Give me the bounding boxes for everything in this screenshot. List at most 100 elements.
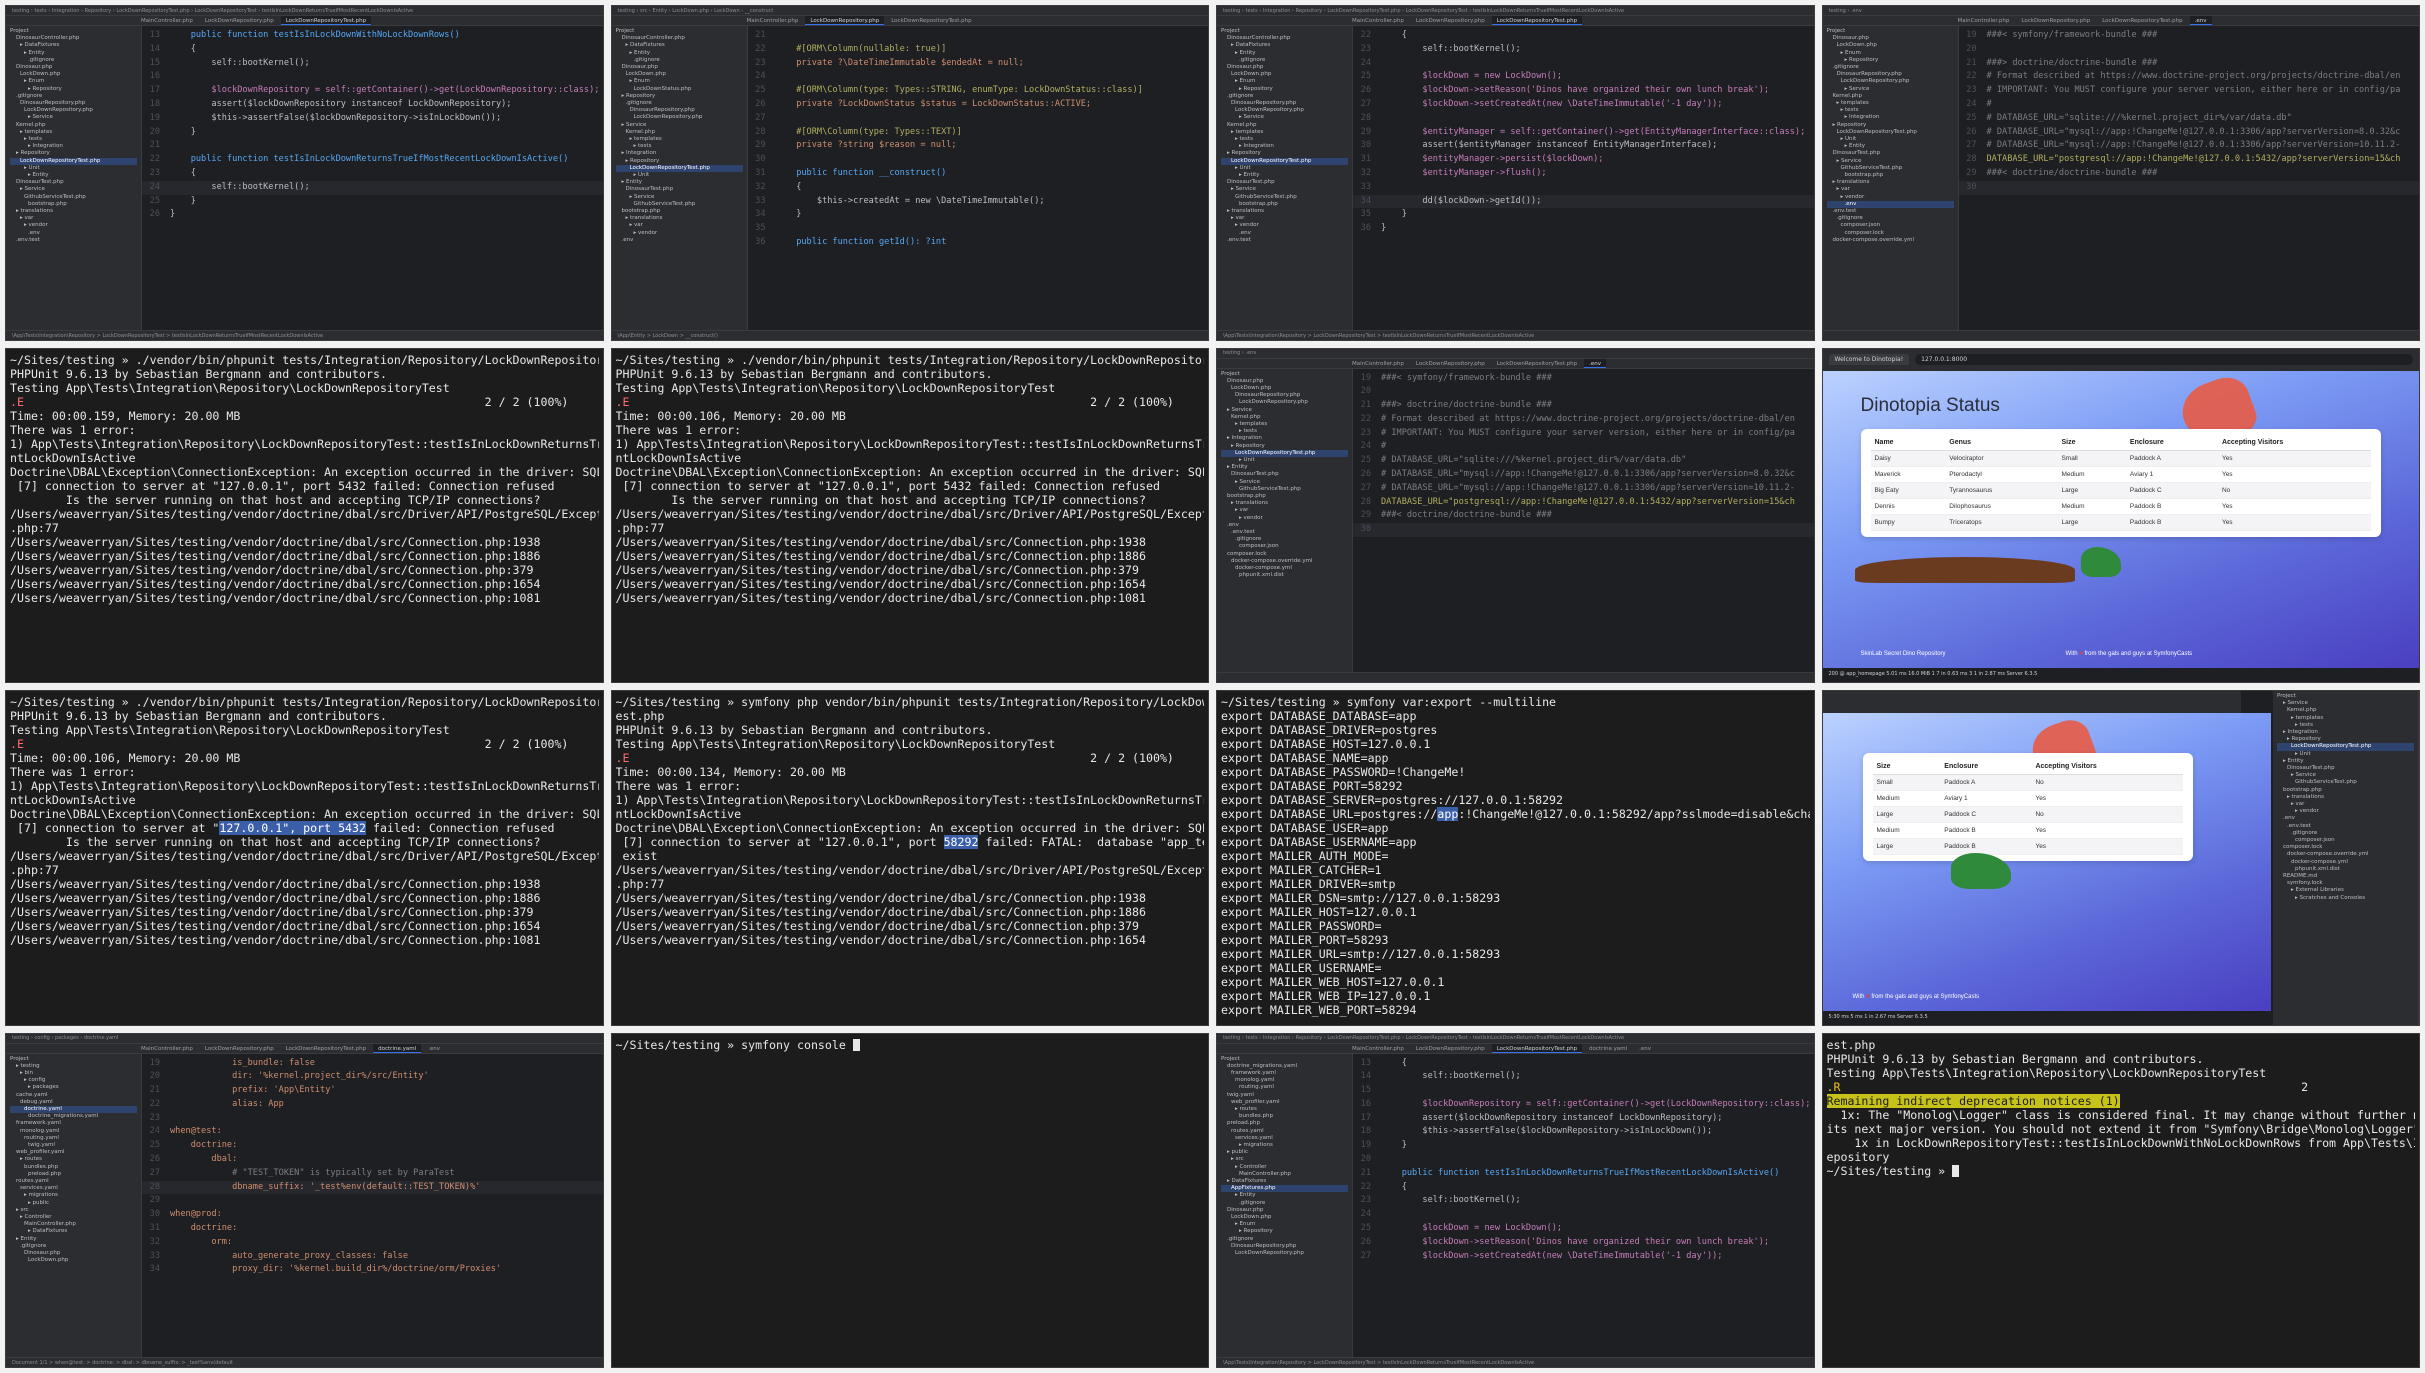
tree-item[interactable]: services.yaml: [10, 1185, 137, 1192]
editor-tab[interactable]: LockDownRepositoryTest.php: [1491, 1043, 1583, 1053]
tree-item[interactable]: ▸ src: [10, 1207, 137, 1214]
project-tree[interactable]: Project doctrine_migrations.yaml framewo…: [1217, 1053, 1353, 1357]
editor-tab[interactable]: MainController.php: [136, 1044, 198, 1053]
tree-item[interactable]: ▸ var: [616, 222, 743, 229]
tree-item[interactable]: phpunit.xml.dist: [2277, 866, 2414, 873]
tree-item[interactable]: ▸ Repository: [10, 86, 137, 93]
tree-item[interactable]: GithubServiceTest.php: [2277, 779, 2414, 786]
tree-item[interactable]: .gitignore: [2277, 830, 2414, 837]
tree-item[interactable]: doctrine_migrations.yaml: [10, 1113, 137, 1120]
symfony-toolbar[interactable]: 5:30 ms 5 ms 1 in 2.67 ms Server 6.3.5: [1822, 1010, 2271, 1025]
tree-item[interactable]: ▸ Service: [1827, 86, 1954, 93]
tree-item[interactable]: ▸ public: [10, 1200, 137, 1207]
tree-item[interactable]: DinosaurTest.php: [10, 179, 137, 186]
tree-item[interactable]: ▸ config: [10, 1077, 137, 1084]
tree-item[interactable]: .env.test: [1221, 237, 1348, 244]
editor-tab[interactable]: MainController.php: [1347, 16, 1409, 25]
tree-item[interactable]: composer.json: [1221, 543, 1348, 550]
editor-tab[interactable]: LockDownRepository.php: [805, 16, 885, 25]
tree-item[interactable]: DinosaurRepository.php: [10, 100, 137, 107]
tree-item[interactable]: ▸ Service: [2277, 772, 2414, 779]
editor-tab[interactable]: LockDownRepository.php: [200, 1044, 279, 1053]
tree-item[interactable]: LockDownRepositoryTest.php: [1827, 129, 1954, 136]
tree-item[interactable]: AppFixtures.php: [1221, 1185, 1348, 1193]
tree-item[interactable]: ▸ Service: [2277, 700, 2414, 707]
editor-tab[interactable]: LockDownRepository.php: [1411, 359, 1490, 368]
editor-tab[interactable]: LockDownRepository.php: [2016, 16, 2095, 25]
tree-item[interactable]: DinosaurController.php: [616, 35, 743, 42]
tree-item[interactable]: .env: [10, 230, 137, 237]
tree-item[interactable]: ▸ Repository: [1221, 86, 1348, 93]
editor-tab[interactable]: LockDownRepository.php: [1411, 1044, 1490, 1053]
tree-item[interactable]: bootstrap.php: [616, 208, 743, 215]
code-editor[interactable]: 13 public function testIsInLockDownWithN…: [142, 26, 603, 330]
tree-item[interactable]: routing.yaml: [1221, 1084, 1348, 1091]
project-tree[interactable]: Project ▸ Service Kernel.php ▸ templates ▸ …: [2273, 691, 2419, 1025]
editor-tab[interactable]: MainController.php: [1953, 16, 2015, 25]
tree-item[interactable]: twig.yaml: [10, 1142, 137, 1149]
tree-item[interactable]: ▸ templates: [616, 136, 743, 143]
code-editor[interactable]: 19 ###< symfony/framework-bundle ### 20 21 #…: [1353, 369, 1814, 673]
tree-item[interactable]: ▸ Unit: [616, 172, 743, 179]
tree-item[interactable]: ▸ Entity: [616, 50, 743, 57]
tree-item[interactable]: ▸ Enum: [616, 78, 743, 85]
tree-item[interactable]: ▸ vendor: [1221, 515, 1348, 522]
tree-item[interactable]: ▸ tests: [10, 136, 137, 143]
editor-tab[interactable]: LockDownRepository.php: [200, 16, 279, 25]
tree-item[interactable]: ▸ Service: [1221, 186, 1348, 193]
tree-item[interactable]: GithubServiceTest.php: [616, 201, 743, 208]
address-bar[interactable]: 127.0.0.1:8000: [1915, 354, 2413, 365]
editor-tab[interactable]: MainController.php: [1347, 1044, 1409, 1053]
editor-tab[interactable]: LockDownRepositoryTest.php: [886, 16, 976, 25]
tree-item[interactable]: ▸ routes: [1221, 1106, 1348, 1113]
tree-item[interactable]: .gitignore: [10, 1243, 137, 1250]
tree-item[interactable]: cache.yaml: [10, 1092, 137, 1099]
editor-tab[interactable]: LockDownRepositoryTest.php: [281, 1044, 371, 1053]
tree-item[interactable]: Dinosaur.php: [616, 64, 743, 71]
tree-item[interactable]: LockDownRepository.php: [1221, 1250, 1348, 1257]
tree-item[interactable]: ▸ templates: [2277, 715, 2414, 722]
symfony-toolbar[interactable]: 200 @ app_homepage 5.01 ms 16.0 MiB 1 7 …: [1822, 668, 2419, 682]
tree-item[interactable]: LockDownRepositoryTest.php: [615, 164, 743, 173]
tree-item[interactable]: ▸ Integration: [2277, 729, 2414, 736]
tree-item[interactable]: ▸ Unit: [1221, 165, 1348, 172]
tree-item[interactable]: routing.yaml: [10, 1135, 137, 1142]
tree-item[interactable]: doctrine.yaml: [10, 1105, 137, 1114]
tree-item[interactable]: .gitignore: [1221, 1200, 1348, 1207]
tree-item[interactable]: preload.php: [1221, 1120, 1348, 1127]
tree-item[interactable]: Dinosaur.php: [1827, 35, 1954, 42]
tree-item[interactable]: composer.lock: [1221, 551, 1348, 558]
terminal[interactable]: ~/Sites/testing » ./vendor/bin/phpunit t…: [5, 690, 604, 1026]
tree-item[interactable]: web_profiler.yaml: [10, 1149, 137, 1156]
tree-item[interactable]: Kernel.php: [1827, 93, 1954, 100]
tree-item[interactable]: Kernel.php: [10, 122, 137, 129]
tree-item[interactable]: routes.yaml: [10, 1178, 137, 1185]
terminal[interactable]: est.php PHPUnit 9.6.13 by Sebastian Bergm…: [1821, 1032, 2420, 1368]
code-editor[interactable]: 22 {23 self::bootKernel(); 24 25 $lockDown…: [1353, 26, 1814, 330]
tree-item[interactable]: ▸ Integration: [1221, 143, 1348, 150]
tree-item[interactable]: .env: [1826, 200, 1954, 209]
terminal[interactable]: ~/Sites/testing » symfony var:export --m…: [1216, 690, 1815, 1026]
editor-tab[interactable]: MainController.php: [1347, 359, 1409, 368]
tree-item[interactable]: README.md: [2277, 873, 2414, 880]
tree-item[interactable]: ▸ routes: [10, 1156, 137, 1163]
tree-item[interactable]: Kernel.php: [2277, 707, 2414, 714]
tree-item[interactable]: ▸ DataFixtures: [1221, 42, 1348, 49]
tree-item[interactable]: ▸ vendor: [2277, 808, 2414, 815]
tree-item[interactable]: composer.json: [2277, 837, 2414, 844]
tree-item[interactable]: ▸ Integration: [1221, 435, 1348, 442]
tree-item[interactable]: ▸ translations: [616, 215, 743, 222]
tree-item[interactable]: ▸ Integration: [10, 143, 137, 150]
tree-item[interactable]: DinosaurTest.php: [1827, 150, 1954, 157]
tree-item[interactable]: ▸ public: [1221, 1149, 1348, 1156]
project-tree[interactable]: Project Dinosaur.php LockDown.php Dinosa…: [1217, 368, 1353, 672]
tree-item[interactable]: ▸ Scratches and Consoles: [2277, 895, 2414, 902]
tree-item[interactable]: ▸ translations: [1221, 500, 1348, 507]
tree-item[interactable]: ▸ Enum: [1827, 50, 1954, 57]
tree-item[interactable]: LockDownRepository.php: [10, 107, 137, 114]
tree-item[interactable]: LockDownRepositoryTest.php: [10, 157, 137, 165]
tree-item[interactable]: ▸ tests: [1221, 428, 1348, 435]
tree-item[interactable]: docker-compose.yml: [1221, 565, 1348, 572]
tree-item[interactable]: ▸ translations: [2277, 794, 2414, 801]
tree-item[interactable]: ▸ Unit: [10, 165, 137, 172]
